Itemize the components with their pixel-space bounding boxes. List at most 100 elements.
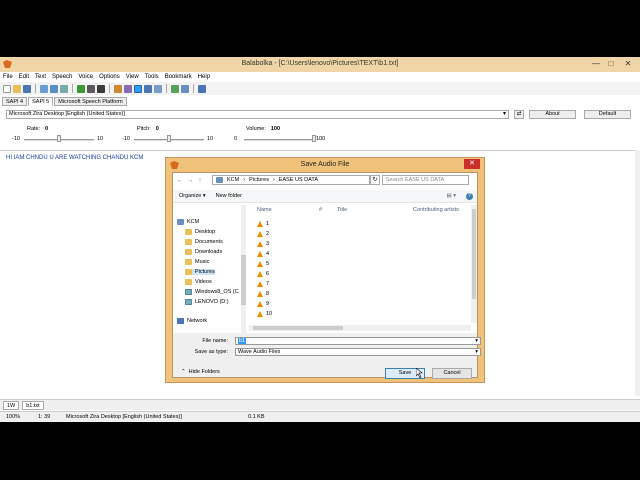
tab-sapi5[interactable]: SAPI 5: [28, 97, 54, 106]
chevron-down-icon[interactable]: ▾: [475, 338, 478, 344]
refresh-icon[interactable]: ↻: [370, 175, 380, 185]
menu-speech[interactable]: Speech: [52, 74, 72, 80]
list-item[interactable]: 5: [257, 261, 269, 267]
dictionary-icon[interactable]: [181, 84, 189, 93]
list-item[interactable]: 7: [257, 281, 269, 287]
doc-tab-1w[interactable]: 1W: [3, 400, 20, 410]
close-button[interactable]: ✕: [622, 59, 634, 69]
nav-scrollbar[interactable]: [241, 205, 246, 333]
column-title[interactable]: Title: [337, 207, 347, 213]
nav-item-network[interactable]: Network: [177, 318, 207, 324]
list-item[interactable]: 10: [257, 311, 272, 317]
pitch-thumb[interactable]: [167, 135, 171, 142]
nav-item-desktop[interactable]: Desktop: [185, 229, 215, 235]
menu-tools[interactable]: Tools: [145, 74, 159, 80]
save-audio-icon[interactable]: [114, 84, 122, 93]
file-name-label: File name:: [202, 338, 228, 344]
save-icon[interactable]: [23, 84, 31, 93]
highlight-icon[interactable]: [134, 84, 142, 93]
breadcrumb-pictures[interactable]: Pictures: [249, 177, 269, 183]
pitch-max: 10: [207, 136, 214, 142]
open-folder-icon[interactable]: [13, 84, 21, 93]
copy-icon[interactable]: [40, 84, 48, 93]
nav-item-music[interactable]: Music: [185, 259, 209, 265]
view-options-icon[interactable]: ▤ ▾: [447, 193, 457, 199]
file-list-scrollbar[interactable]: [471, 205, 477, 323]
list-item[interactable]: 2: [257, 231, 269, 237]
folder-icon: [185, 259, 192, 265]
doc-tab-b1[interactable]: b1.txt: [22, 400, 44, 410]
file-list-hscrollbar[interactable]: [249, 325, 471, 331]
menu-edit[interactable]: Edit: [19, 74, 29, 80]
list-item[interactable]: 1: [257, 221, 269, 227]
cancel-button[interactable]: Cancel: [432, 368, 472, 379]
search-input[interactable]: Search EASE US DATA: [382, 175, 469, 185]
menu-file[interactable]: File: [3, 74, 13, 80]
pause-icon[interactable]: [87, 84, 95, 93]
nav-item-documents[interactable]: Documents: [185, 239, 223, 245]
editor-scrollbar[interactable]: [635, 150, 640, 396]
list-item[interactable]: 4: [257, 251, 269, 257]
split-icon[interactable]: [124, 84, 132, 93]
editor-text: HI IAM CHNDU U ARE WATCHING CHANDU KCM: [6, 155, 144, 161]
nav-item-windows8-os[interactable]: Windows8_OS (C: [185, 289, 239, 295]
column-name[interactable]: Name: [257, 207, 272, 213]
column-number[interactable]: #: [319, 207, 322, 213]
dialog-close-button[interactable]: ✕: [464, 159, 480, 169]
list-item[interactable]: 6: [257, 271, 269, 277]
file-list-scroll-thumb[interactable]: [472, 209, 476, 299]
forward-arrow-icon[interactable]: →: [185, 176, 195, 186]
file-name-field[interactable]: b1 ▾: [235, 337, 481, 345]
menu-options[interactable]: Options: [99, 74, 120, 80]
dialog-title-bar: Save Audio File ✕: [166, 158, 484, 172]
stop-icon[interactable]: [97, 84, 105, 93]
nav-item-downloads[interactable]: Downloads: [185, 249, 222, 255]
menu-bookmark[interactable]: Bookmark: [165, 74, 192, 80]
menu-voice[interactable]: Voice: [78, 74, 93, 80]
column-contributing-artists[interactable]: Contributing artists: [413, 207, 459, 213]
new-file-icon[interactable]: [3, 84, 11, 93]
list-item[interactable]: 8: [257, 291, 269, 297]
clipboard-icon[interactable]: [144, 84, 152, 93]
nav-scroll-thumb[interactable]: [241, 255, 246, 305]
tab-sapi4[interactable]: SAPI 4: [2, 97, 28, 106]
maximize-button[interactable]: □: [605, 59, 617, 69]
find-icon[interactable]: [60, 84, 68, 93]
breadcrumb[interactable]: KCM › Pictures › EASE US DATA: [212, 175, 370, 185]
command-bar: Organize ▾ New folder ▤ ▾ ?: [173, 190, 477, 203]
batch-icon[interactable]: [198, 84, 206, 93]
nav-item-kcm[interactable]: KCM: [177, 219, 199, 225]
pitch-label: Pitch:: [137, 126, 151, 132]
default-button[interactable]: Default: [584, 110, 631, 119]
help-icon[interactable]: ?: [466, 192, 473, 200]
play-icon[interactable]: [77, 84, 85, 93]
organize-button[interactable]: Organize ▾: [179, 193, 206, 199]
menu-view[interactable]: View: [126, 74, 139, 80]
voice-options-icon[interactable]: ⇄: [514, 110, 524, 119]
hide-folders-toggle[interactable]: ⌃ Hide Folders: [181, 369, 220, 375]
new-folder-button[interactable]: New folder: [216, 193, 242, 199]
list-item[interactable]: 3: [257, 241, 269, 247]
about-button[interactable]: About: [529, 110, 576, 119]
rate-thumb[interactable]: [57, 135, 61, 142]
tab-speech-platform[interactable]: Microsoft Speech Platform: [54, 97, 127, 106]
nav-item-pictures[interactable]: Pictures: [185, 269, 215, 275]
convert-icon[interactable]: [171, 84, 179, 93]
menu-help[interactable]: Help: [198, 74, 210, 80]
menu-text[interactable]: Text: [35, 74, 46, 80]
back-arrow-icon[interactable]: ←: [175, 176, 185, 186]
nav-item-videos[interactable]: Videos: [185, 279, 212, 285]
breadcrumb-kcm[interactable]: KCM: [227, 177, 239, 183]
breadcrumb-ease-us-data[interactable]: EASE US DATA: [279, 177, 318, 183]
up-arrow-icon[interactable]: ↑: [195, 176, 205, 186]
list-item[interactable]: 9: [257, 301, 269, 307]
nav-label: Videos: [195, 279, 212, 285]
paste-icon[interactable]: [50, 84, 58, 93]
nav-item-lenovo-d[interactable]: LENOVO (D:): [185, 299, 229, 305]
settings-icon[interactable]: [154, 84, 162, 93]
minimize-button[interactable]: —: [590, 59, 602, 69]
voice-select[interactable]: Microsoft Zira Desktop [English (United …: [6, 110, 509, 119]
hscroll-thumb[interactable]: [253, 326, 343, 330]
save-as-type-select[interactable]: Wave Audio Files ▾: [235, 348, 481, 356]
volume-track[interactable]: [244, 139, 314, 141]
